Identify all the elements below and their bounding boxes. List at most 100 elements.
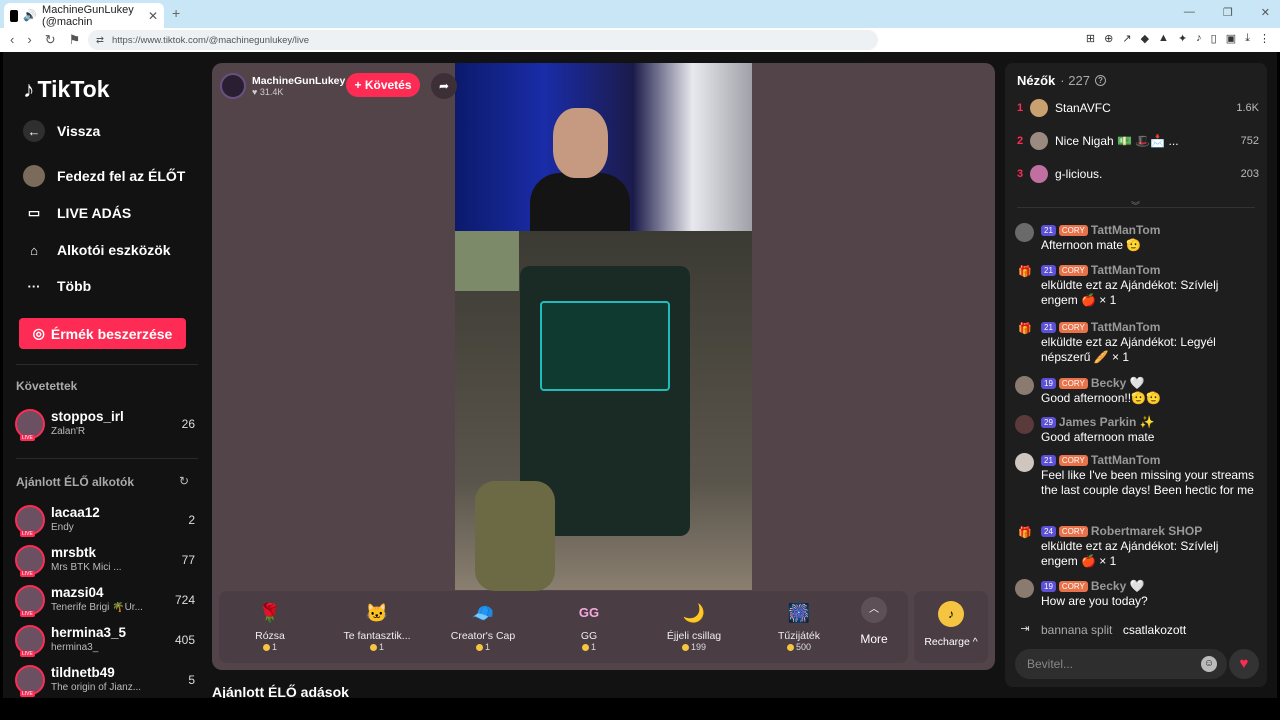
get-coins-button[interactable]: ◎ Érmék beszerzése	[19, 318, 186, 349]
chat-text: elküldte ezt az Ajándékot: Szívlelj enge…	[1041, 539, 1219, 568]
fan-badge: CORY	[1058, 377, 1088, 389]
avatar[interactable]	[1015, 223, 1034, 242]
refresh-icon[interactable]: ↻	[179, 474, 189, 488]
back-icon[interactable]: ‹	[10, 32, 14, 48]
live-video[interactable]	[455, 63, 752, 591]
forward-icon[interactable]: ›	[27, 32, 31, 48]
share-page-icon[interactable]: ↗	[1122, 32, 1131, 45]
recharge-button[interactable]: ♪ Recharge ^	[914, 591, 988, 663]
streamer-info[interactable]: MachineGunLukey ♥ 31.4K	[220, 72, 456, 100]
reload-icon[interactable]: ↻	[45, 32, 56, 48]
recommended-item[interactable]: LIVE lacaa12 Endy 2	[15, 503, 195, 537]
creator-name: tildnetb49	[51, 665, 115, 680]
recharge-label: Recharge ^	[924, 636, 978, 648]
chat-input[interactable]: Bevitel... ☺	[1015, 649, 1227, 679]
live-badge: LIVE	[20, 571, 35, 577]
recommended-item[interactable]: LIVE mazsi04 Tenerife Brigi 🌴Úr... 724	[15, 583, 195, 617]
chat-username[interactable]: TattManTom	[1091, 263, 1161, 277]
level-badge: 21	[1041, 224, 1056, 236]
join-username[interactable]: bannana split	[1041, 623, 1112, 637]
chat-username[interactable]: James Parkin ✨	[1059, 415, 1155, 429]
live-stage: MachineGunLukey ♥ 31.4K + Követés ➦ 🌹 Ró…	[212, 63, 995, 670]
close-tab-icon[interactable]: ✕	[148, 9, 158, 23]
recommended-item[interactable]: LIVE hermina3_5 hermina3_ 405	[15, 623, 195, 657]
nav-live[interactable]: ▭ LIVE ADÁS	[23, 202, 131, 224]
translate-icon[interactable]: ⊞	[1086, 32, 1095, 45]
coin-icon	[581, 643, 589, 651]
avatar: LIVE	[15, 665, 45, 697]
sidebar-icon[interactable]: ▯	[1211, 32, 1217, 45]
viewers-header[interactable]: Nézők · 227 ?	[1017, 73, 1106, 88]
nav-creator-tools[interactable]: ⌂ Alkotói eszközök	[23, 239, 171, 261]
chat-text: Feel like I've been missing your streams…	[1041, 468, 1255, 497]
avatar[interactable]	[1015, 376, 1034, 395]
chat-username[interactable]: TattManTom	[1091, 320, 1161, 334]
viewer-count: 26	[181, 417, 195, 431]
puzzle-icon[interactable]: ✦	[1178, 32, 1187, 45]
new-tab-icon[interactable]: +	[172, 5, 180, 21]
recommended-item[interactable]: LIVE mrsbtk Mrs BTK Mici ... 77	[15, 543, 195, 577]
back-link[interactable]: ← Vissza	[23, 120, 100, 142]
heart-icon[interactable]: ♥	[1229, 649, 1259, 679]
browser-tab[interactable]: 🔊 MachineGunLukey (@machin ✕	[4, 3, 164, 28]
address-bar-row: ‹ › ↻ ⚑ ⇄ https://www.tiktok.com/@machin…	[0, 28, 1280, 52]
url-field[interactable]: ⇄ https://www.tiktok.com/@machinegunluke…	[88, 30, 878, 50]
top-viewer[interactable]: 3 g-licious. 203	[1017, 162, 1259, 186]
gift-item[interactable]: 🐱 Te fantasztik... 1	[329, 595, 425, 659]
chat-username[interactable]: Becky 🤍	[1091, 376, 1145, 390]
gift-item[interactable]: 🌹 Rózsa 1	[222, 595, 318, 659]
chat-username[interactable]: Robertmarek SHOP	[1091, 524, 1202, 538]
join-icon: ⇥	[1020, 623, 1030, 635]
top-viewer[interactable]: 1 StanAVFC 1.6K	[1017, 96, 1259, 120]
gift-item[interactable]: GG GG 1	[541, 595, 637, 659]
webcam-feed	[455, 63, 752, 231]
speaker-icon: 🔊	[23, 10, 38, 22]
viewer-count: 5	[188, 673, 195, 687]
avatar[interactable]	[1015, 415, 1034, 434]
tiktok-favicon-icon	[10, 9, 19, 22]
top-viewer[interactable]: 2 Nice Nigah 💵 🎩📩 ... 752	[1017, 129, 1259, 153]
music-icon[interactable]: ♪	[1196, 32, 1202, 45]
viewer-count: 2	[188, 513, 195, 527]
restore-icon[interactable]: ❐	[1223, 6, 1233, 19]
bookmark-icon[interactable]: ⚑	[69, 32, 81, 48]
minimize-icon[interactable]: —	[1184, 6, 1195, 19]
recommended-item[interactable]: LIVE tildnetb49 The origin of Jianz... 5	[15, 663, 195, 697]
chat-username[interactable]: TattManTom	[1091, 223, 1161, 237]
extensions-bar: ⊞ ⊕ ↗ ◆ ▲ ✦ ♪ ▯ ▣ ⤓ ⋮	[1086, 32, 1270, 45]
level-badge: 29	[1041, 416, 1056, 428]
gift-item[interactable]: 🌙 Éjjeli csillag 199	[646, 595, 742, 659]
zoom-icon[interactable]: ⊕	[1104, 32, 1113, 45]
tiktok-logo[interactable]: ♪ TikTok	[23, 76, 110, 103]
extension-icon[interactable]: ▲	[1158, 32, 1169, 45]
gift-price: 500	[795, 642, 812, 652]
shield-icon[interactable]: ◆	[1141, 32, 1149, 45]
level-badge: 19	[1041, 377, 1056, 389]
follow-button[interactable]: + Követés	[346, 73, 420, 97]
more-gifts-button[interactable]: ︿ More	[852, 597, 896, 646]
wallet-icon[interactable]: ▣	[1226, 32, 1236, 45]
creator-name: lacaa12	[51, 505, 100, 520]
site-info-icon[interactable]: ⇄	[96, 35, 104, 46]
chevron-down-icon[interactable]: ︾	[1131, 199, 1140, 212]
chat-username[interactable]: Becky 🤍	[1091, 579, 1145, 593]
coin-icon	[475, 643, 483, 651]
share-icon[interactable]: ➦	[431, 73, 457, 99]
help-icon[interactable]: ?	[1094, 75, 1106, 86]
chat-username[interactable]: TattManTom	[1091, 453, 1161, 467]
avatar	[1030, 165, 1048, 183]
close-window-icon[interactable]: ✕	[1261, 6, 1270, 19]
nav-explore-live[interactable]: Fedezd fel az ÉLŐT	[23, 165, 185, 187]
fan-badge: CORY	[1058, 525, 1088, 537]
avatar[interactable]	[1015, 453, 1034, 472]
menu-icon[interactable]: ⋮	[1259, 32, 1270, 45]
following-item[interactable]: LIVE stoppos_irl Zalan'R 26	[15, 407, 195, 441]
level-badge: 19	[1041, 580, 1056, 592]
download-icon[interactable]: ⤓	[1245, 32, 1250, 45]
emoji-icon[interactable]: ☺	[1201, 656, 1217, 672]
gift-item[interactable]: 🎆 Tűzijáték 500	[751, 595, 847, 659]
avatar[interactable]	[1015, 579, 1034, 598]
gift-item[interactable]: 🧢 Creator's Cap 1	[435, 595, 531, 659]
nav-more[interactable]: ··· Több	[23, 275, 92, 297]
live-badge: LIVE	[20, 651, 35, 657]
